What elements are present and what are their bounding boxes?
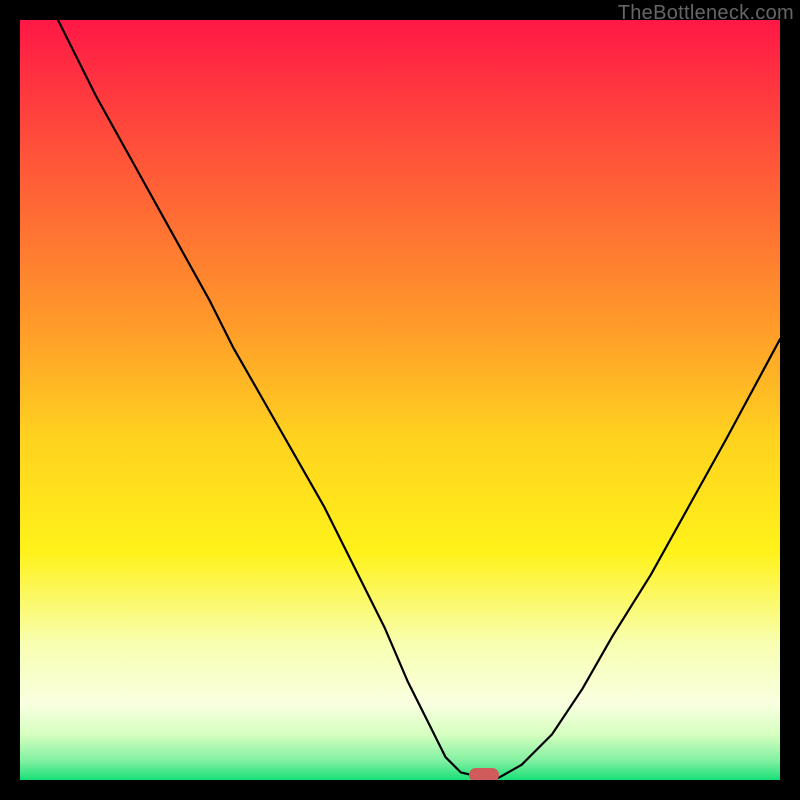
chart-frame: TheBottleneck.com bbox=[0, 0, 800, 800]
chart-canvas bbox=[20, 20, 780, 780]
optimal-point-marker bbox=[469, 768, 499, 780]
plot-area bbox=[20, 20, 780, 780]
